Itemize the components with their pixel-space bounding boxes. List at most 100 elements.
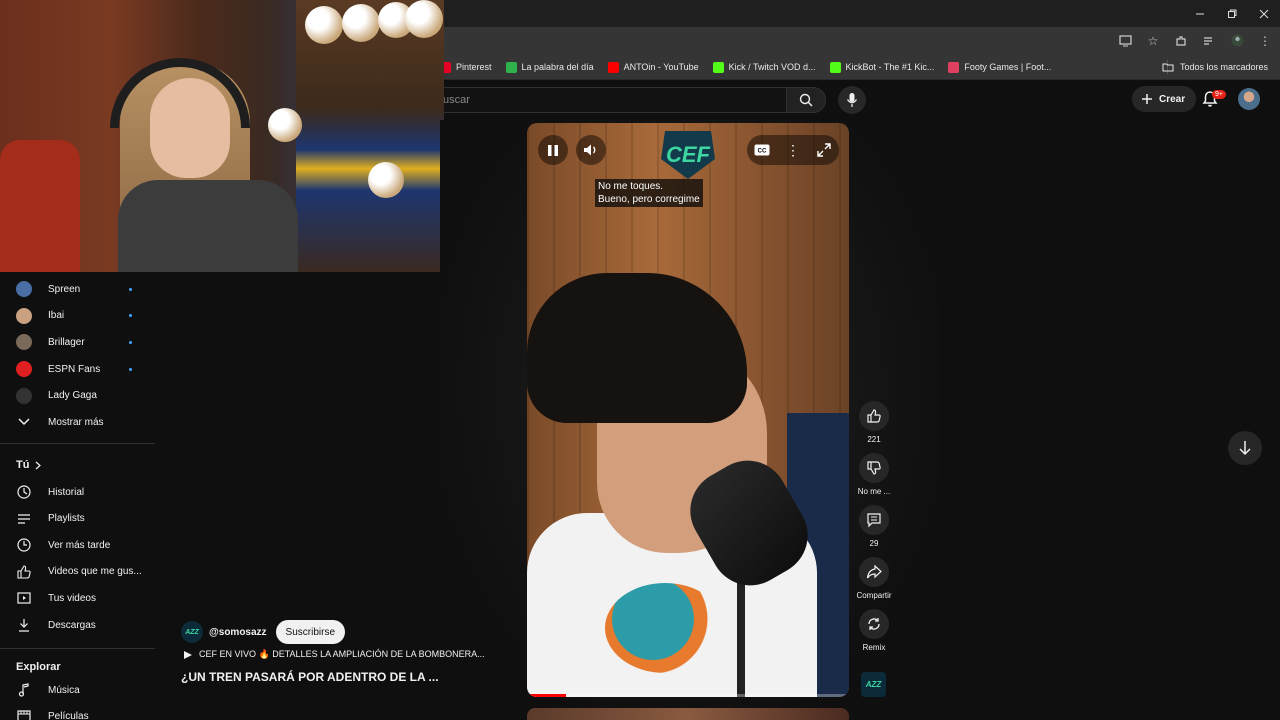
subscription-item[interactable]: Brillager [0,329,155,355]
sidebar-item-label: Descargas [48,619,96,631]
share-action[interactable]: Compartir [856,557,892,600]
search-input[interactable]: uscar [436,87,786,113]
comments-action[interactable]: 29 [857,505,891,548]
subscription-label: Brillager [48,336,85,348]
sidebar-divider [0,443,155,444]
sidebar-item-label: Ver más tarde [48,539,111,551]
streamer-webcam [0,0,444,272]
sidebar-item[interactable]: Videos que me gus... [0,559,155,585]
dislike-label: No me ... [857,487,891,496]
video-shirt-logo [605,583,725,673]
bookmark-item[interactable]: Kick / Twitch VOD d... [712,61,816,73]
bookmark-item[interactable]: Footy Games | Foot... [948,61,1051,73]
dislike-action[interactable]: No me ... [857,453,891,496]
bookmark-item[interactable]: Pinterest [440,61,492,73]
bookmark-label: Kick / Twitch VOD d... [728,62,816,72]
sidebar-divider [0,648,155,649]
new-content-dot [129,340,132,344]
channel-thumbnail[interactable]: AZZ [861,672,886,697]
volume-button[interactable] [576,135,606,165]
profile-avatar-icon[interactable] [1230,34,1244,48]
comment-icon [867,513,881,528]
share-button[interactable] [859,557,889,587]
dislike-button[interactable] [859,453,889,483]
webcam-body [118,180,298,272]
channel-avatar [16,334,32,351]
subscription-item[interactable]: ESPN Fans [0,356,155,382]
like-button[interactable] [859,401,889,431]
restore-button[interactable] [1216,0,1248,27]
webcam-ball [268,108,302,142]
explore-section-heading: Explorar [16,661,61,673]
bookmark-item[interactable]: KickBot - The #1 Kic... [829,61,934,73]
palabra-icon [505,61,517,73]
sidebar-item[interactable]: Películas [0,703,155,720]
webcam-chair [0,140,80,272]
subscribe-button[interactable]: Suscribirse [275,620,346,644]
short-channel-info: AZZ @somosazz Suscribirse [181,620,346,644]
voice-search-button[interactable] [838,86,866,114]
sidebar-item[interactable]: Tus videos [0,585,155,611]
media-control-icon[interactable] [1202,34,1216,48]
webcam-ball [342,4,380,42]
extensions-icon[interactable] [1174,34,1188,48]
subscription-item[interactable]: Spreen [0,276,155,302]
video-progress-bar[interactable] [527,694,849,697]
browser-menu-icon[interactable]: ⋮ [1258,34,1272,48]
channel-thumb-text: AZZ [865,680,882,689]
thumbs-down-icon [867,461,881,475]
channel-avatar [16,281,32,297]
close-icon [1259,9,1269,18]
like-action[interactable]: 221 [857,401,891,444]
account-avatar[interactable] [1238,88,1260,110]
kick-icon [712,61,724,73]
subscription-item[interactable]: Ibai [0,303,155,329]
create-button[interactable]: Crear [1132,86,1197,112]
sidebar-item[interactable]: Ver más tarde [0,532,155,558]
channel-avatar [16,307,32,324]
bookmark-label: ANTOin - YouTube [623,62,699,72]
bookmark-item[interactable]: La palabra del día [505,61,594,73]
restore-icon [1228,9,1237,18]
subtitle-line-1: No me toques. [598,181,664,192]
channel-handle[interactable]: @somosazz [209,627,267,638]
next-video-button[interactable] [1228,431,1262,465]
remix-action[interactable]: Remix [857,609,891,652]
you-section-heading[interactable]: Tú [16,459,42,471]
bookmark-label: La palabra del día [521,62,594,72]
downloads-icon [16,617,32,633]
all-bookmarks-label: Todos los marcadores [1179,62,1268,72]
all-bookmarks-button[interactable]: Todos los marcadores [1162,54,1268,80]
close-window-button[interactable] [1248,0,1280,27]
cast-icon[interactable] [1118,34,1132,48]
channel-avatar [16,387,32,404]
sidebar-item[interactable]: Historial [0,479,155,505]
search-button[interactable] [786,87,826,113]
show-more-label: Mostrar más [48,416,104,428]
bookmark-item[interactable]: ANTOin - YouTube [607,61,699,73]
show-more-button[interactable]: Mostrar más [0,409,155,435]
svg-text:CC: CC [758,149,767,155]
minimize-icon [1196,13,1204,14]
minimize-button[interactable] [1184,0,1216,27]
remix-button[interactable] [859,609,889,639]
fullscreen-button[interactable] [815,141,833,159]
comments-count: 29 [869,539,879,548]
webcam-ball [368,162,404,198]
subscription-item[interactable]: Lady Gaga [0,383,155,409]
explore-heading-label: Explorar [16,661,61,673]
related-live-link[interactable]: CEF EN VIVO 🔥 DETALLES LA AMPLIACIÓN DE … [183,649,485,660]
next-short-preview[interactable] [527,708,849,720]
pause-button[interactable] [538,135,568,165]
channel-avatar[interactable]: AZZ [181,621,203,643]
shorts-video-player[interactable]: CEF CC ⋮ No me toques. Bueno, pero corre… [527,123,849,697]
more-options-icon[interactable]: ⋮ [784,141,802,159]
bookmark-star-icon[interactable]: ☆ [1146,34,1160,48]
captions-button[interactable]: CC [753,141,771,159]
comments-button[interactable] [859,505,889,535]
sidebar-item[interactable]: Música [0,677,155,703]
subscription-label: ESPN Fans [48,363,101,375]
short-title[interactable]: ¿UN TREN PASARÁ POR ADENTRO DE LA ... [181,670,439,684]
sidebar-item[interactable]: Descargas [0,612,155,638]
sidebar-item[interactable]: Playlists [0,506,155,532]
